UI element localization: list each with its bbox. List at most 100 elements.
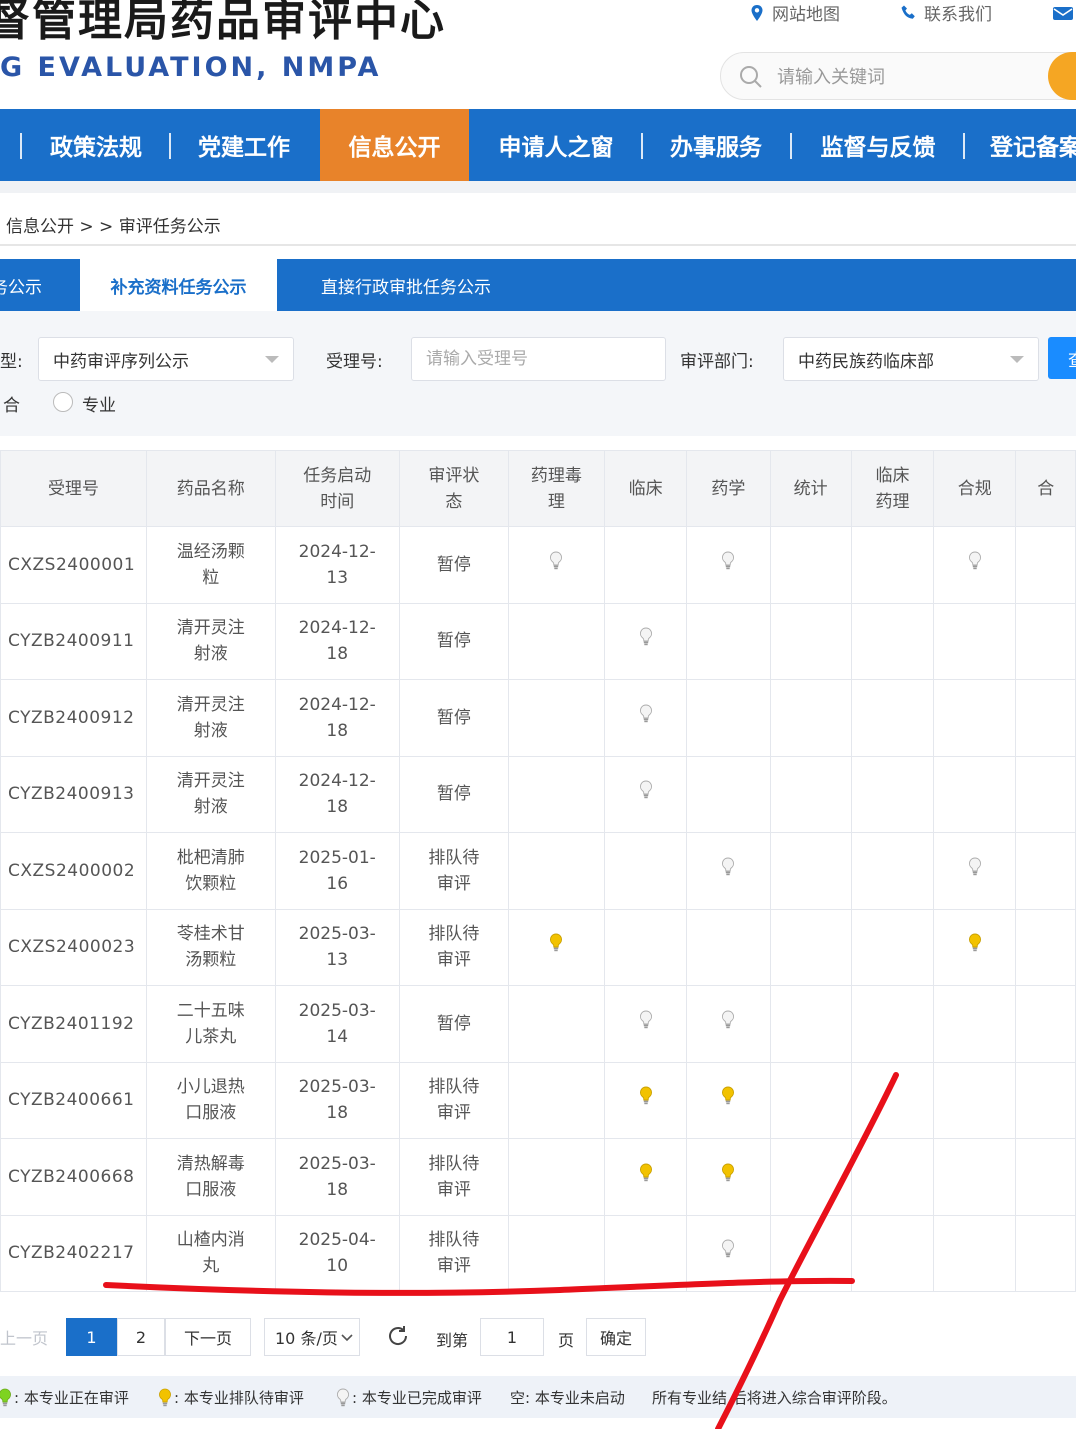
drug-name-text: 口服液 bbox=[185, 1103, 237, 1124]
nav-item-policy[interactable]: 政策法规 bbox=[28, 109, 164, 181]
start-date-cell: 2024-12- 18 bbox=[274, 602, 400, 680]
prev-page-button[interactable]: 上一页 bbox=[0, 1318, 54, 1356]
review-status-cell: 排队待 审评 bbox=[398, 1214, 509, 1292]
nav-item-info[interactable]: 信息公开 bbox=[320, 109, 469, 181]
drug-name-cell: 苓桂术甘 汤颗粒 bbox=[145, 908, 276, 986]
nav-item-applicant[interactable]: 申请人之窗 bbox=[476, 109, 636, 181]
table-row[interactable]: CXZS2400023 苓桂术甘 汤颗粒 2025-03- 13 排队待 审评 bbox=[0, 908, 1076, 986]
specialty-status-cell bbox=[933, 526, 1017, 604]
start-date-text: 2025-03- bbox=[298, 1000, 376, 1021]
page-size-select[interactable]: 10 条/页 bbox=[264, 1318, 360, 1356]
bulb-gray-icon bbox=[639, 1010, 652, 1028]
radio-specialty[interactable] bbox=[53, 392, 73, 412]
dept-select[interactable]: 中药民族药临床部 bbox=[783, 337, 1039, 381]
specialty-status-cell bbox=[686, 832, 771, 910]
table-row[interactable]: CYZB2400912 清开灵注 射液 2024-12- 18 暂停 bbox=[0, 679, 1076, 757]
pagination: 上一页 1 2 下一页 10 条/页 到第 1 页 确定 bbox=[0, 1318, 1076, 1358]
accept-no-input[interactable] bbox=[411, 337, 666, 381]
tab-direct-approval-tasks[interactable]: 直接行政审批任务公示 bbox=[296, 259, 516, 311]
bulb-gray-icon bbox=[639, 627, 652, 646]
accept-no-cell: CYZB2400912 bbox=[0, 679, 147, 757]
page-2-button[interactable]: 2 bbox=[117, 1318, 165, 1356]
tab-review-tasks[interactable]: 务公示 bbox=[0, 259, 46, 311]
specialty-status-cell bbox=[933, 1061, 1017, 1139]
drug-name-cell: 清开灵注 射液 bbox=[145, 602, 276, 680]
radio-combined-label[interactable]: 合 bbox=[0, 391, 20, 416]
legend-note: 所有专业结 后将进入综合审评阶段。 bbox=[652, 1389, 897, 1407]
accept-no-text: CYZB2400668 bbox=[8, 1166, 135, 1187]
bulb-yellow-icon bbox=[639, 1163, 652, 1181]
specialty-status-cell bbox=[507, 526, 605, 604]
nav-item-registration[interactable]: 登记备案 bbox=[972, 109, 1076, 181]
specialty-status-cell bbox=[507, 1061, 605, 1139]
nav-item-service[interactable]: 办事服务 bbox=[648, 109, 784, 181]
status-legend: : 本专业正在审评 : 本专业排队待审评 : 本专业已完成审评 空: 本专业未启… bbox=[0, 1376, 1076, 1418]
bulb-yellow-icon bbox=[722, 1086, 735, 1105]
specialty-status-cell bbox=[933, 985, 1017, 1063]
review-status-cell: 排队待 审评 bbox=[398, 1138, 509, 1216]
tab-supplement-tasks[interactable]: 补充资料任务公示 bbox=[80, 259, 277, 311]
specialty-status-cell bbox=[933, 832, 1017, 910]
start-date-cell: 2025-01- 16 bbox=[274, 832, 400, 910]
nav-item-supervision[interactable]: 监督与反馈 bbox=[800, 109, 956, 181]
accept-no-text: CYZB2401192 bbox=[8, 1013, 135, 1034]
table-row[interactable]: CYZB2400911 清开灵注 射液 2024-12- 18 暂停 bbox=[0, 602, 1076, 680]
start-date-text: 18 bbox=[326, 720, 349, 741]
next-page-button[interactable]: 下一页 bbox=[165, 1318, 251, 1356]
accept-no-cell: CYZB2400911 bbox=[0, 602, 147, 680]
accept-no-cell: CYZB2400661 bbox=[0, 1061, 147, 1139]
breadcrumb-divider bbox=[0, 244, 1076, 246]
drug-name-cell: 清开灵注 射液 bbox=[145, 679, 276, 757]
table-row[interactable]: CYZB2402217 山楂内消丸 2025-04- 10 排队待 审评 bbox=[0, 1214, 1076, 1292]
bulb-gray-icon bbox=[722, 857, 735, 875]
review-status-text: 暂停 bbox=[436, 554, 471, 575]
goto-label: 到第 bbox=[436, 1331, 469, 1350]
contact-link[interactable]: 联系我们 bbox=[900, 0, 992, 25]
drug-name-text: 饮颗粒 bbox=[185, 873, 237, 894]
specialty-status-cell bbox=[603, 908, 688, 986]
refresh-icon[interactable] bbox=[386, 1324, 410, 1348]
drug-name-text: 射液 bbox=[193, 720, 228, 741]
specialty-status-cell bbox=[850, 1138, 935, 1216]
page-1-button[interactable]: 1 bbox=[66, 1318, 117, 1356]
bulb-gray-icon bbox=[722, 1239, 735, 1258]
table-header-row: 受理号 药品名称 任务启动 时间 审评状态药理毒理临床 药学 统计 临床 药理 合规合 bbox=[0, 450, 1076, 527]
column-header-line: 药学 bbox=[711, 478, 746, 499]
search-input[interactable] bbox=[777, 61, 1037, 93]
specialty-status-cell bbox=[603, 602, 688, 680]
bulb-gray-icon bbox=[968, 551, 981, 569]
drug-name-text: 射液 bbox=[193, 797, 228, 818]
goto-page-input[interactable]: 1 bbox=[480, 1318, 544, 1356]
mail-link[interactable] bbox=[1052, 4, 1074, 26]
specialty-status-cell bbox=[686, 679, 771, 757]
type-select[interactable]: 中药审评序列公示 bbox=[38, 337, 294, 381]
table-row[interactable]: CYZB2400668 清热解毒 口服液 2025-03- 18 排队待 审评 bbox=[0, 1138, 1076, 1216]
table-row[interactable]: CYZB2401192 二十五味 儿茶丸 2025-03- 14 暂停 bbox=[0, 985, 1076, 1063]
drug-name-text: 丸 bbox=[202, 1256, 220, 1277]
drug-name-text: 口服液 bbox=[185, 1179, 237, 1200]
drug-name-text: 清开灵注 bbox=[176, 694, 245, 715]
bulb-yellow-icon bbox=[968, 933, 981, 952]
type-select-value: 中药审评序列公示 bbox=[53, 351, 189, 372]
review-status-text: 排队待 bbox=[428, 1230, 480, 1251]
start-date-text: 2025-01- bbox=[298, 847, 376, 868]
nav-item-party[interactable]: 党建工作 bbox=[176, 109, 312, 181]
accept-no-cell: CYZB2401192 bbox=[0, 985, 147, 1063]
query-button[interactable]: 查 bbox=[1048, 337, 1076, 379]
column-header: 任务启动 时间 bbox=[274, 450, 400, 527]
accept-no-cell: CYZB2402217 bbox=[0, 1214, 147, 1292]
bulb-gray-icon bbox=[550, 551, 563, 569]
start-date-text: 2024-12- bbox=[298, 694, 376, 715]
bulb-yellow-icon bbox=[639, 1086, 652, 1105]
table-row[interactable]: CXZS2400002 枇杷清肺 饮颗粒 2025-01- 16 排队待 审评 bbox=[0, 832, 1076, 910]
goto-confirm-button[interactable]: 确定 bbox=[586, 1318, 646, 1356]
table-row[interactable]: CYZB2400913 清开灵注 射液 2024-12- 18 暂停 bbox=[0, 755, 1076, 833]
site-map-link[interactable]: 网站地图 bbox=[748, 0, 840, 25]
table-row[interactable]: CYZB2400661 小儿退热 口服液 2025-03- 18 排队待 审评 bbox=[0, 1061, 1076, 1139]
specialty-status-cell bbox=[933, 755, 1017, 833]
site-title-en: G EVALUATION, NMPA bbox=[0, 52, 382, 83]
specialty-status-cell bbox=[1015, 755, 1076, 833]
table-row[interactable]: CXZS2400001 温经汤颗粒 2024-12- 13 暂停 bbox=[0, 526, 1076, 604]
specialty-status-cell bbox=[850, 526, 935, 604]
column-header-line: 临床 bbox=[875, 465, 910, 486]
